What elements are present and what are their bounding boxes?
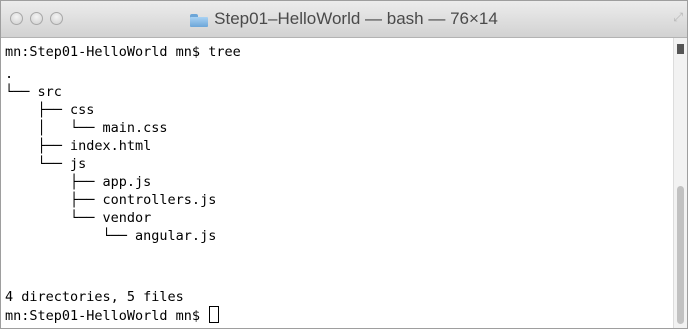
title-bar[interactable]: Step01–HelloWorld — bash — 76×14 ⤢ <box>1 1 687 38</box>
vertical-scrollbar[interactable] <box>673 38 687 328</box>
terminal-cursor <box>209 306 220 323</box>
terminal-line: └── angular.js <box>5 228 217 244</box>
window-title-container: Step01–HelloWorld — bash — 76×14 <box>1 1 687 37</box>
terminal-prompt-line: mn:Step01-HelloWorld mn$ <box>5 306 220 324</box>
terminal-line-summary: 4 directories, 5 files <box>5 289 184 305</box>
terminal-line: └── src <box>5 84 62 100</box>
fullscreen-icon[interactable]: ⤢ <box>673 10 683 25</box>
terminal-line-prompt-tree: mn:Step01-HelloWorld mn$ tree <box>5 44 241 60</box>
terminal-line: ├── index.html <box>5 138 152 154</box>
terminal-line: └── vendor <box>5 210 152 226</box>
terminal-line: ├── css <box>5 102 95 118</box>
scrollbar-edge <box>677 44 684 54</box>
terminal-line: │ └── main.css <box>5 120 168 136</box>
terminal-line: └── js <box>5 156 87 172</box>
terminal-prompt: mn:Step01-HelloWorld mn$ <box>5 308 209 324</box>
folder-icon <box>190 13 209 27</box>
scrollbar-thumb[interactable] <box>677 186 684 324</box>
terminal-window: Step01–HelloWorld — bash — 76×14 ⤢ mn:St… <box>0 0 688 329</box>
window-title: Step01–HelloWorld — bash — 76×14 <box>214 9 498 28</box>
terminal-output[interactable]: mn:Step01-HelloWorld mn$ tree . └── src … <box>1 38 673 328</box>
terminal-line: ├── app.js <box>5 174 152 190</box>
terminal-line: ├── controllers.js <box>5 192 217 208</box>
terminal-line: . <box>5 66 14 82</box>
